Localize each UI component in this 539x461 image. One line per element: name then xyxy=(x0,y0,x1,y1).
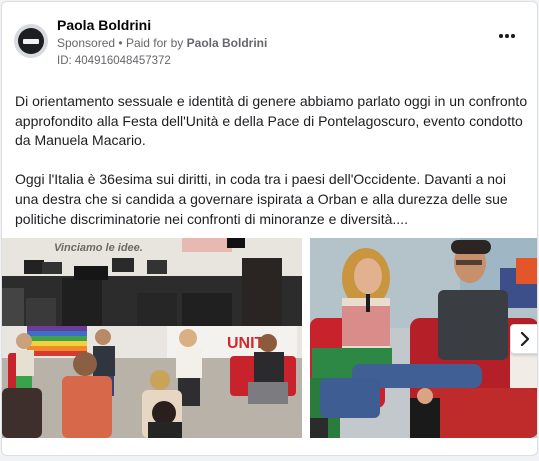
panel-photo xyxy=(310,238,537,438)
sponsored-label: Sponsored xyxy=(57,36,116,50)
carousel-next-button[interactable] xyxy=(510,324,537,354)
sponsored-line: Sponsored • Paid for by Paola Boldrini xyxy=(57,36,267,50)
blocked-avatar-icon xyxy=(18,28,44,54)
carousel-image-2[interactable] xyxy=(310,238,537,438)
ad-card: Paola Boldrini Sponsored • Paid for by P… xyxy=(1,1,538,456)
paid-for-label: Paid for by xyxy=(125,36,184,50)
paid-for-name[interactable]: Paola Boldrini xyxy=(187,36,268,50)
ad-id: ID: 404916048457372 xyxy=(57,55,171,67)
post-text: Di orientamento sessuale e identità di g… xyxy=(15,92,530,249)
chevron-right-icon xyxy=(520,332,530,346)
advertiser-avatar[interactable] xyxy=(14,24,48,58)
post-paragraph-1: Di orientamento sessuale e identità di g… xyxy=(15,93,528,149)
meta-separator: • xyxy=(118,36,123,50)
stage-banner-text: Vinciamo le idee. xyxy=(54,242,143,254)
advertiser-name[interactable]: Paola Boldrini xyxy=(57,17,151,33)
post-paragraph-2: Oggi l'Italia è 36esima sui diritti, in … xyxy=(15,171,508,227)
more-options-icon[interactable] xyxy=(499,32,515,40)
stage-photo: Vinciamo le idee. UNIT xyxy=(2,238,302,438)
stage-sign-text: UNIT xyxy=(227,335,265,352)
carousel-image-1[interactable]: Vinciamo le idee. UNIT xyxy=(2,238,302,438)
